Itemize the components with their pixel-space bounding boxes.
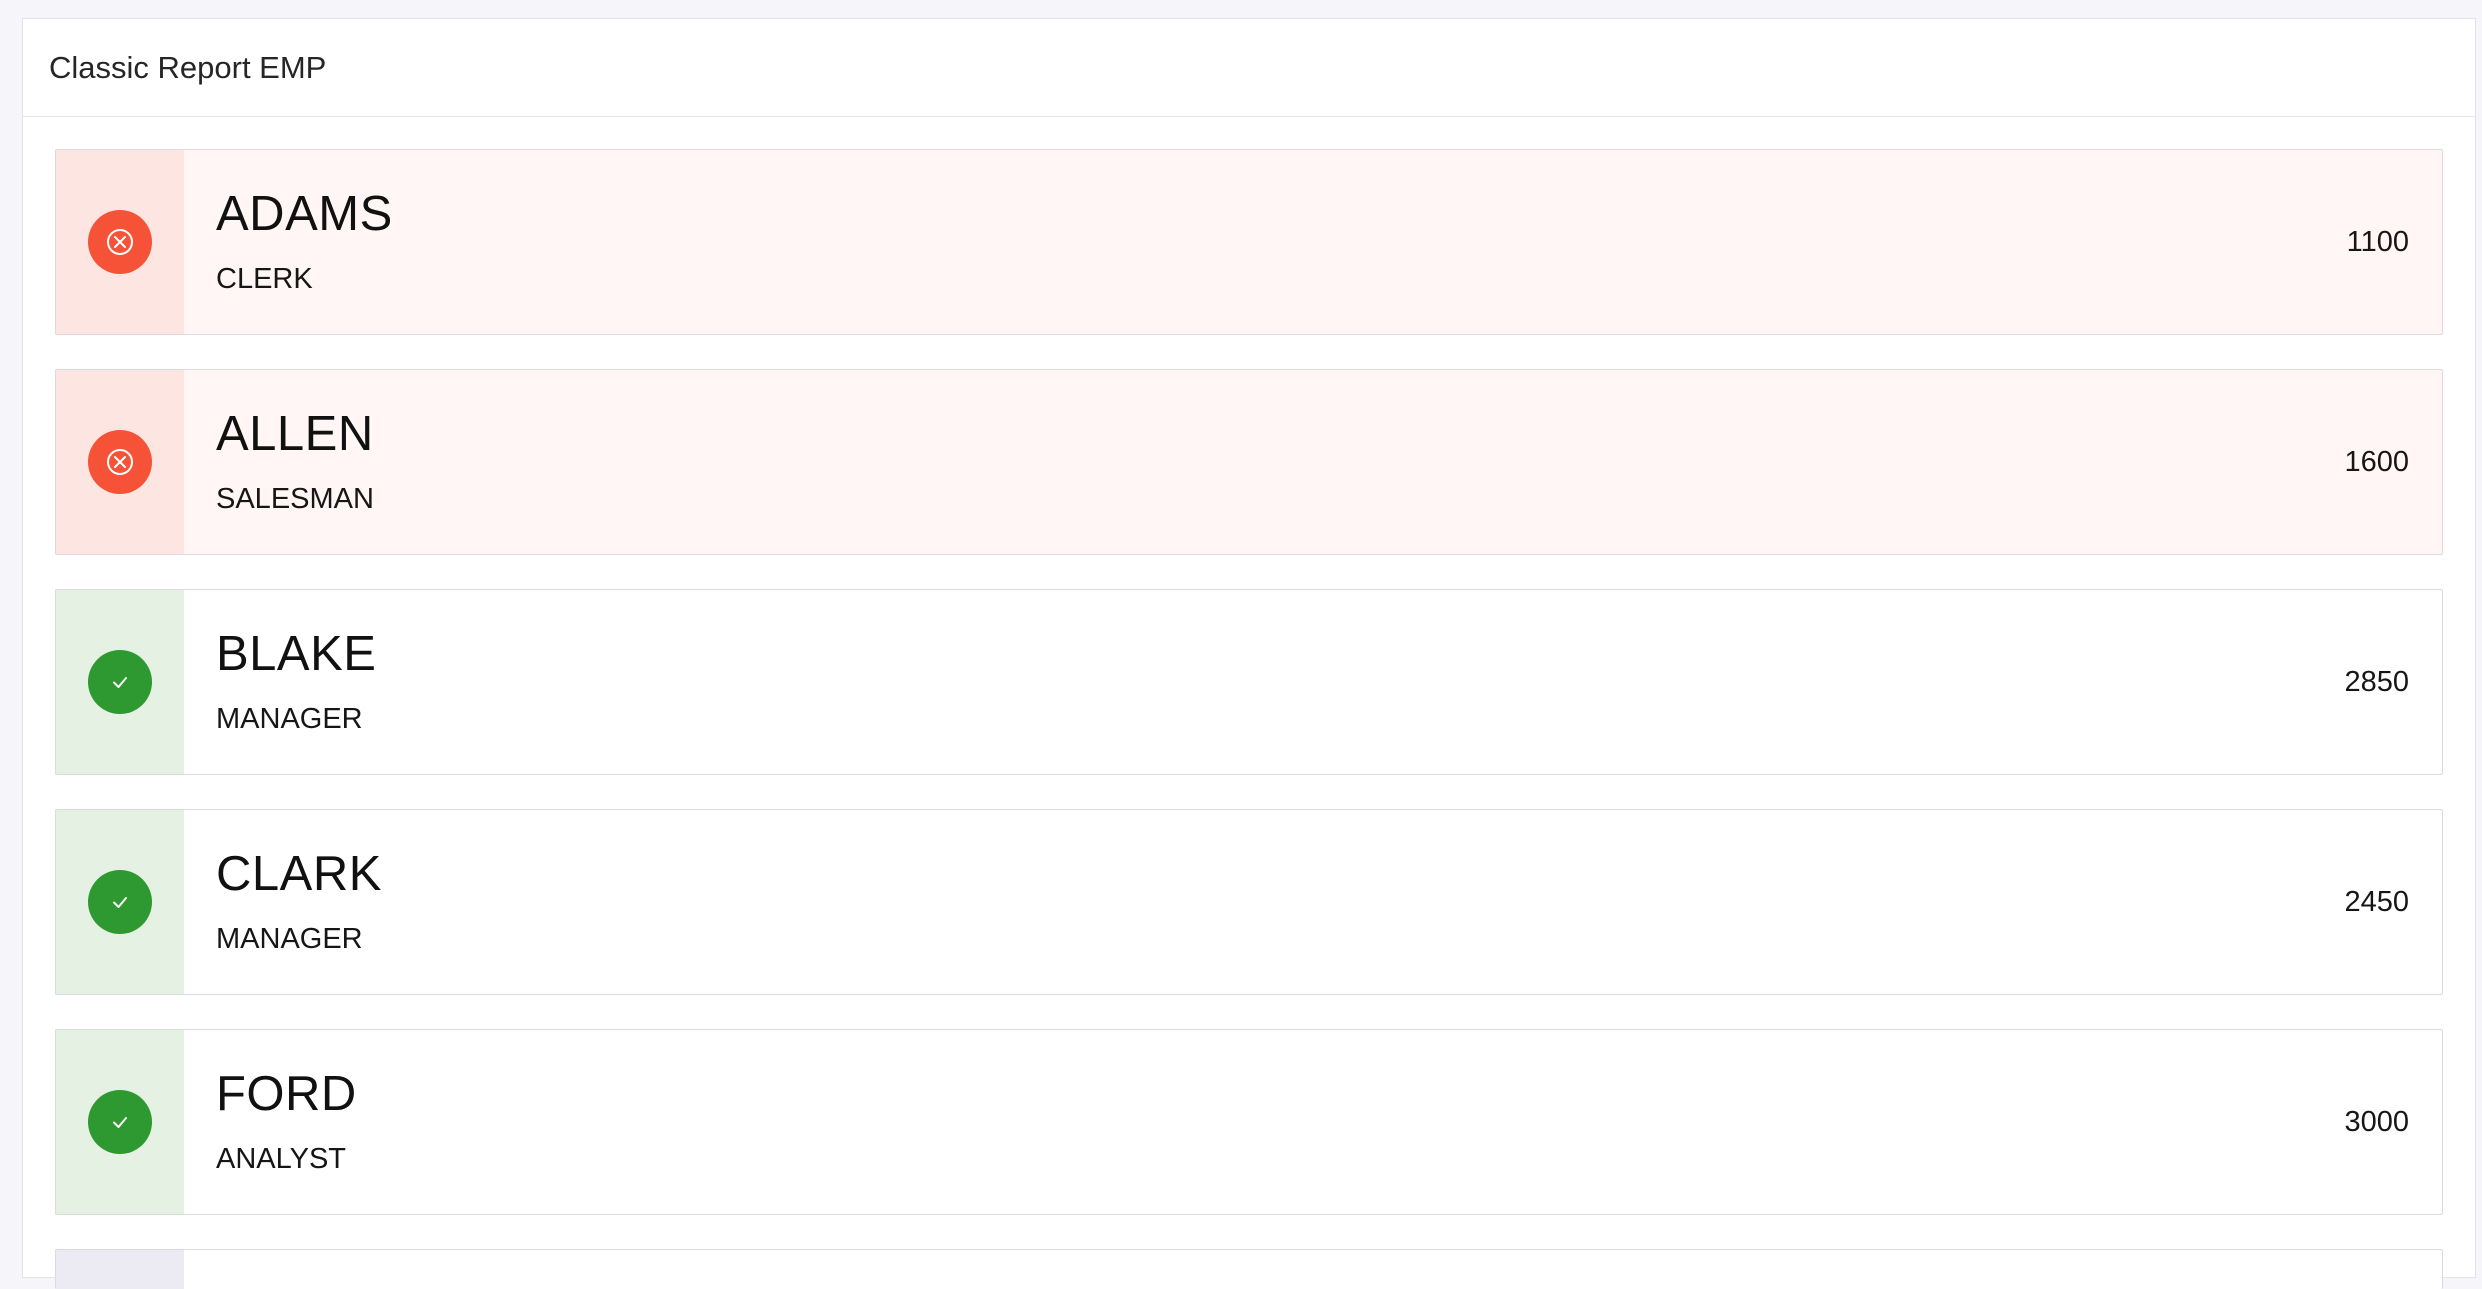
employee-name: FORD	[216, 1067, 357, 1121]
employee-name: ADAMS	[216, 187, 393, 241]
status-icon-column	[56, 590, 184, 774]
status-badge	[88, 870, 152, 934]
employee-name: BLAKE	[216, 627, 377, 681]
card-content: CLARK MANAGER	[184, 810, 2344, 994]
employee-job: MANAGER	[216, 923, 363, 955]
card-content: ADAMS CLERK	[184, 150, 2347, 334]
employee-job: ANALYST	[216, 1143, 347, 1175]
employee-card-partial	[55, 1249, 2443, 1289]
employee-card: BLAKE MANAGER 2850	[55, 589, 2443, 775]
employee-name: CLARK	[216, 847, 382, 901]
employee-salary: 1100	[2346, 225, 2409, 258]
employee-salary: 2450	[2344, 885, 2409, 918]
region-header: Classic Report EMP	[23, 19, 2475, 117]
employee-salary: 1600	[2344, 445, 2409, 478]
check-icon	[108, 890, 132, 914]
employee-name: ALLEN	[216, 407, 374, 461]
employee-job: SALESMAN	[216, 483, 374, 515]
status-icon-column	[56, 810, 184, 994]
employee-card: ADAMS CLERK 1100	[55, 149, 2443, 335]
card-content: BLAKE MANAGER	[184, 590, 2344, 774]
card-content: ALLEN SALESMAN	[184, 370, 2344, 554]
status-badge	[88, 650, 152, 714]
employee-job: MANAGER	[216, 703, 363, 735]
employee-salary: 3000	[2344, 1105, 2409, 1138]
circle-x-icon	[105, 227, 135, 257]
employee-card: ALLEN SALESMAN 1600	[55, 369, 2443, 555]
status-icon-column	[56, 370, 184, 554]
employee-card: CLARK MANAGER 2450	[55, 809, 2443, 995]
status-icon-column	[56, 1250, 184, 1289]
check-icon	[108, 670, 132, 694]
status-badge	[88, 1090, 152, 1154]
employee-job: CLERK	[216, 263, 313, 295]
status-badge	[88, 430, 152, 494]
status-badge	[88, 210, 152, 274]
employee-card: FORD ANALYST 3000	[55, 1029, 2443, 1215]
employee-salary: 2850	[2344, 665, 2409, 698]
circle-x-icon	[105, 447, 135, 477]
status-icon-column	[56, 1030, 184, 1214]
status-icon-column	[56, 150, 184, 334]
region-title: Classic Report EMP	[49, 49, 327, 85]
check-icon	[108, 1110, 132, 1134]
report-body: ADAMS CLERK 1100 ALLEN SALESMAN 1600 BLA…	[23, 117, 2475, 1289]
card-content: FORD ANALYST	[184, 1030, 2344, 1214]
report-region: Classic Report EMP ADAMS CLERK 1100 ALLE…	[22, 18, 2476, 1289]
